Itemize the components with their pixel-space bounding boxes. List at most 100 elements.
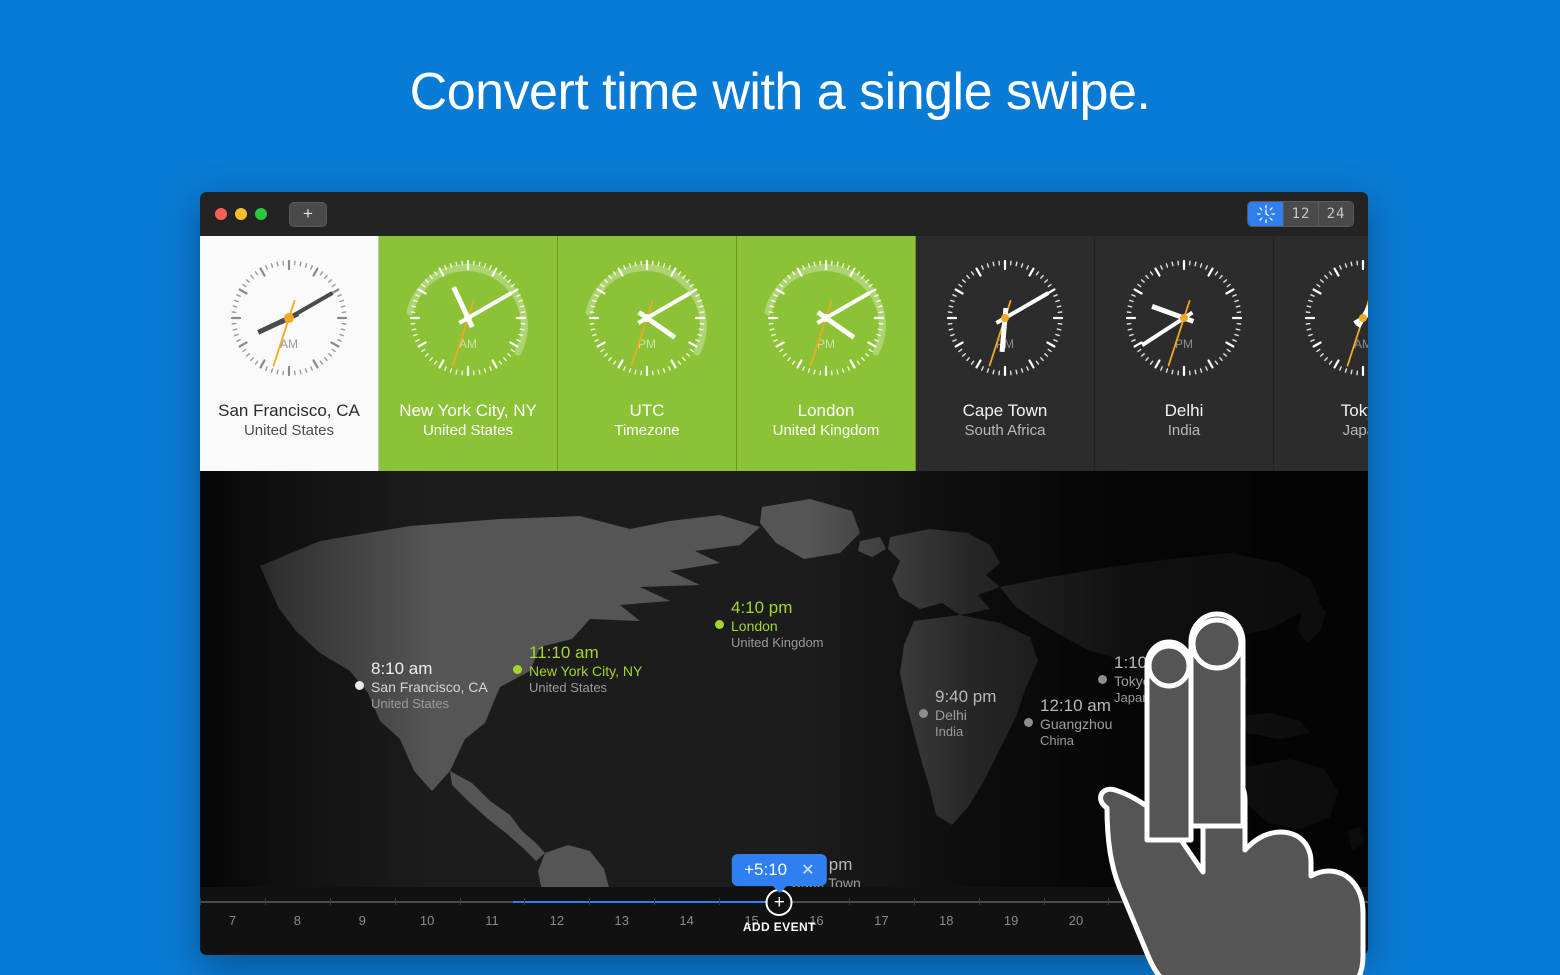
map-city-name: Guangzhou: [1040, 716, 1113, 732]
clock-card-country: Japan: [1342, 422, 1368, 439]
analog-clock-dial: AM: [1295, 250, 1368, 386]
map-city-name: Delhi: [935, 707, 967, 723]
analog-clock-dial: PM: [758, 250, 894, 386]
map-city-label[interactable]: 9:40 pm Delhi India: [919, 687, 996, 740]
clock-card-city: London: [797, 401, 855, 420]
timeline-tick: [978, 898, 980, 905]
map-city-dot: [513, 665, 522, 674]
map-city-time: 11:10 am: [529, 643, 599, 662]
timeline-tick: [200, 898, 201, 905]
map-city-dot: [1024, 718, 1033, 727]
timeline-hour-label: 10: [419, 913, 435, 928]
timeline-tick: [913, 898, 915, 905]
clock-card-city: Delhi: [1164, 401, 1204, 420]
close-icon[interactable]: ✕: [801, 860, 814, 880]
analog-clock-dial: PM: [937, 250, 1073, 386]
clock-card-city: New York City, NY: [399, 401, 537, 420]
map-city-country: United Kingdom: [731, 635, 824, 650]
map-city-label[interactable]: 8:10 am San Francisco, CA United States: [355, 659, 488, 712]
clock-card[interactable]: PM UTC Timezone: [558, 236, 737, 471]
offset-value: +5:10: [744, 860, 788, 879]
analog-clock-dial: AM: [400, 250, 536, 386]
timeline-hour-label: 13: [614, 913, 629, 928]
traffic-lights: [215, 208, 267, 220]
clock-card-city: Cape Town: [962, 401, 1048, 420]
timeline-hour-label: 11: [485, 913, 499, 928]
timeline-hour-label: 19: [1003, 913, 1019, 928]
clock-card[interactable]: PM Delhi India: [1095, 236, 1274, 471]
clock-card-country: South Africa: [964, 422, 1046, 439]
timeline-hour-label: 22: [1198, 913, 1213, 928]
timeline-hour-label: 21: [1133, 913, 1149, 928]
clock-card-strip[interactable]: AM San Francisco, CA United States AM Ne…: [200, 236, 1368, 471]
sun-clock-icon[interactable]: [1248, 202, 1283, 226]
timeline-hour-label: 12: [549, 913, 565, 928]
map-city-dot: [715, 620, 724, 629]
close-window-button[interactable]: [215, 208, 227, 220]
timeline-hour-label: 18: [938, 913, 954, 928]
timeline-hour-label: 17: [874, 913, 889, 928]
map-city-dot: [1098, 675, 1107, 684]
clock-card-country: United States: [243, 422, 335, 439]
map-city-country: China: [1040, 733, 1074, 748]
timeline-hour-label: 20: [1068, 913, 1084, 928]
timeline-tick: [1173, 898, 1175, 905]
timeline-tick: [589, 898, 591, 905]
clock-card[interactable]: AM San Francisco, CA United States: [200, 236, 379, 471]
clock-card-city: San Francisco, CA: [218, 401, 360, 420]
add-event-label[interactable]: ADD EVENT: [743, 920, 816, 934]
timeline-hour-label: 9: [358, 913, 366, 928]
map-city-label[interactable]: 11:10 am New York City, NY United States: [513, 643, 642, 696]
clock-card-country: India: [1167, 422, 1201, 439]
timeline-tick: [1108, 898, 1110, 905]
map-city-time: 4:10 pm: [731, 598, 793, 617]
map-city-name: London: [731, 618, 778, 634]
clock-card[interactable]: PM Cape Town South Africa: [916, 236, 1095, 471]
map-city-name: San Francisco, CA: [371, 679, 488, 695]
timeline-hour-label: 8: [293, 913, 301, 928]
time-format-toggle[interactable]: 12 24: [1247, 201, 1354, 227]
analog-clock-dial: PM: [1116, 250, 1252, 386]
app-window: + 12 24 AM San Francisco, CA United Stat…: [200, 192, 1368, 955]
map-city-time: 9:40 pm: [935, 687, 997, 706]
timeline-tick: [1238, 898, 1240, 905]
timeline-tick: [394, 898, 396, 905]
clock-card-city: Tokyo: [1340, 401, 1368, 420]
analog-clock-dial: PM: [579, 250, 715, 386]
map-city-dot: [355, 681, 364, 690]
timeline-tick: [329, 898, 331, 905]
timeline-tick: [1303, 898, 1305, 905]
map-city-dot: [919, 709, 928, 718]
add-clock-button[interactable]: +: [289, 201, 327, 227]
clock-card[interactable]: AM New York City, NY United States: [379, 236, 558, 471]
time-offset-tooltip[interactable]: +5:10 ✕: [732, 854, 827, 893]
minimize-window-button[interactable]: [235, 208, 247, 220]
zoom-window-button[interactable]: [255, 208, 267, 220]
map-city-country: United States: [371, 696, 450, 711]
window-titlebar: + 12 24: [200, 192, 1368, 236]
timeline-hour-label: 7: [228, 913, 237, 928]
clock-card[interactable]: AM Tokyo Japan: [1274, 236, 1368, 471]
timeline-tick: [459, 898, 461, 905]
add-event-handle[interactable]: +: [765, 889, 793, 916]
timeline-tick: [848, 898, 850, 905]
map-city-name: Tokyo: [1114, 673, 1151, 689]
map-city-label[interactable]: 1:10 am Tokyo Japan: [1098, 653, 1175, 706]
map-city-label[interactable]: 4:10 pm London United Kingdom: [715, 598, 824, 651]
map-city-time: 8:10 am: [371, 659, 433, 678]
clock-card-city: UTC: [629, 401, 665, 420]
timeline-tick: [654, 898, 656, 905]
clock-card[interactable]: PM London United Kingdom: [737, 236, 916, 471]
format-24h-button[interactable]: 24: [1318, 202, 1353, 226]
timeline-tick: [264, 898, 266, 905]
timeline-hour-label: 14: [679, 913, 694, 928]
timeline-bar[interactable]: 7 8 9 10 11 12 13 14 15 16 17 18 19 20 21 22 23 0 +5:10 ✕…: [200, 854, 1368, 955]
timeline-tick: [719, 898, 721, 905]
clock-card-country: United Kingdom: [772, 422, 880, 439]
map-city-time: 1:10 am: [1114, 653, 1176, 672]
clock-card-country: United States: [422, 422, 514, 439]
timeline-tick: [524, 898, 526, 905]
map-city-country: India: [935, 724, 964, 739]
format-12h-button[interactable]: 12: [1283, 202, 1318, 226]
timeline-tick: [1043, 898, 1045, 905]
